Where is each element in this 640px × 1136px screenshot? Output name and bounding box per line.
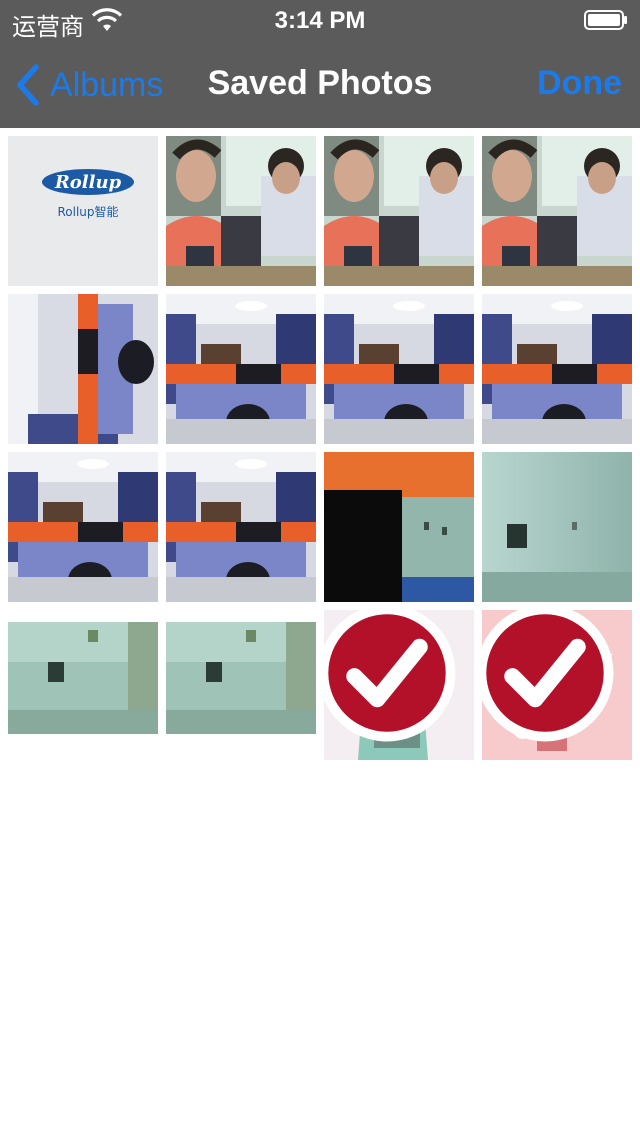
status-time: 3:14 PM	[274, 7, 366, 34]
photo-thumbnail[interactable]	[324, 452, 474, 602]
photo-image	[166, 294, 316, 444]
navigation-bar: Albums Saved Photos Done	[0, 40, 640, 128]
photo-thumbnail[interactable]	[8, 294, 158, 444]
photo-thumbnail[interactable]: 顾ぅらぅビ	[482, 610, 632, 760]
photo-thumbnail[interactable]	[8, 610, 158, 760]
battery-icon	[584, 10, 627, 30]
photo-image	[482, 294, 632, 444]
checkmark-icon	[324, 610, 456, 742]
photo-image	[324, 294, 474, 444]
photo-thumbnail[interactable]	[166, 294, 316, 444]
photo-image	[166, 610, 316, 760]
photo-thumbnail[interactable]	[8, 452, 158, 602]
photo-thumbnail[interactable]	[166, 136, 316, 286]
photo-thumbnail[interactable]	[482, 294, 632, 444]
photo-thumbnail[interactable]	[482, 452, 632, 602]
status-bar: 运营商 3:14 PM	[0, 0, 640, 41]
photo-image	[482, 136, 632, 286]
photo-image	[8, 452, 158, 602]
photo-thumbnail[interactable]	[324, 294, 474, 444]
logo-text: Rollup	[54, 172, 122, 193]
done-button[interactable]: Done	[537, 64, 622, 103]
photo-image	[8, 610, 158, 760]
photo-thumbnail[interactable]	[166, 610, 316, 760]
photo-image	[482, 452, 632, 602]
photo-image	[324, 452, 474, 602]
photo-thumbnail[interactable]	[166, 452, 316, 602]
logo-caption: Rollup智能	[57, 204, 118, 219]
photo-image	[166, 136, 316, 286]
photo-image: Rollup Rollup智能	[8, 136, 158, 286]
photo-thumbnail[interactable]	[324, 136, 474, 286]
photo-thumbnail[interactable]	[482, 136, 632, 286]
photo-image	[324, 136, 474, 286]
photo-thumbnail[interactable]: Rollup Rollup智能	[8, 136, 158, 286]
photo-image	[8, 294, 158, 444]
photo-thumbnail[interactable]	[324, 610, 474, 760]
checkmark-icon	[482, 610, 614, 742]
photo-image	[166, 452, 316, 602]
